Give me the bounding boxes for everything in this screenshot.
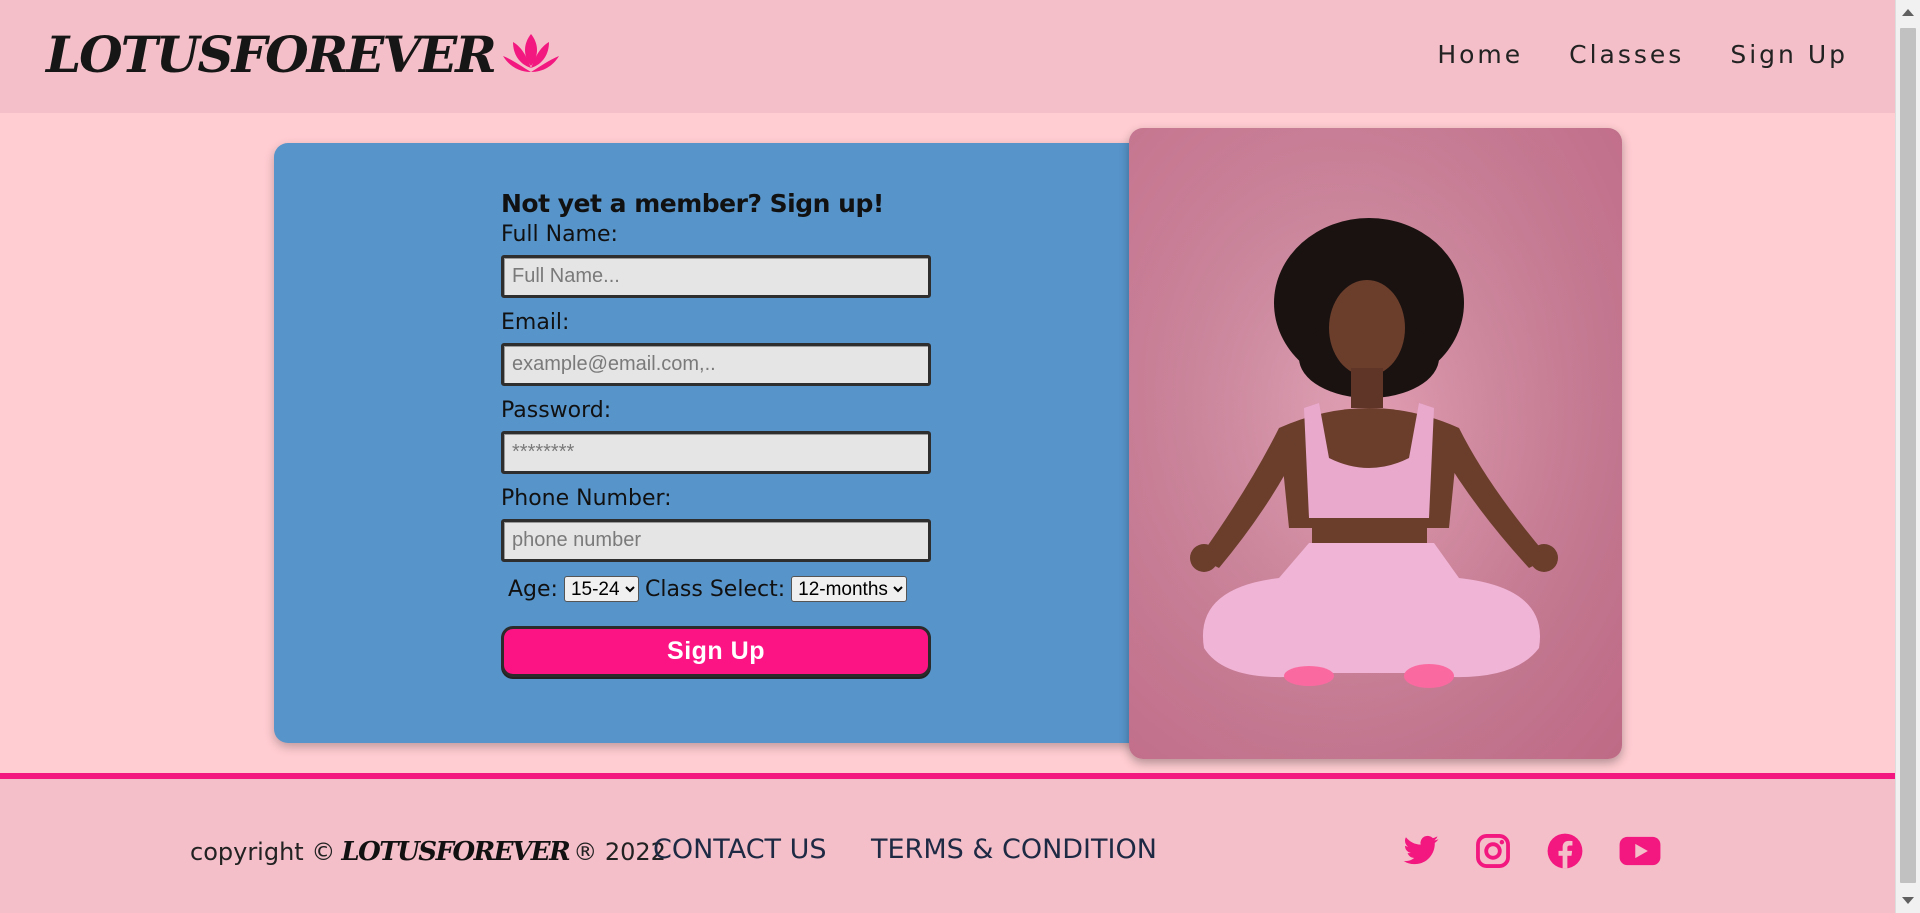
page-scrollbar[interactable] [1895,0,1920,913]
password-input[interactable] [501,431,931,474]
site-footer: copyright © LOTUSFOREVER ® 2022 CONTACT … [0,779,1895,913]
copyright-prefix: copyright © [190,838,336,866]
full-name-label: Full Name: [501,222,618,247]
scroll-up-arrow-icon[interactable] [1902,9,1914,16]
age-label: Age: [508,576,558,602]
age-select[interactable]: 15-24 [563,576,639,602]
brand-logo[interactable]: LOTUSFOREVER [46,22,561,86]
signup-button[interactable]: Sign Up [501,626,931,677]
class-select-label: Class Select: [644,576,786,602]
password-label: Password: [501,398,612,423]
phone-input[interactable] [501,519,931,562]
nav-classes-link[interactable]: Classes [1569,40,1684,69]
contact-us-link[interactable]: CONTACT US [653,834,827,865]
nav-home-link[interactable]: Home [1437,40,1523,69]
lotus-icon [502,34,559,72]
terms-link[interactable]: TERMS & CONDITION [871,834,1157,865]
social-links [1402,832,1662,870]
copyright: copyright © LOTUSFOREVER ® 2022 [190,837,666,867]
yoga-photo [1129,128,1622,759]
copyright-brand: LOTUSFOREVER [341,837,570,867]
scroll-thumb[interactable] [1900,28,1916,883]
class-select[interactable]: 12-months [791,576,908,602]
site-header: LOTUSFOREVER Home Classes Sign Up [0,0,1895,113]
email-label: Email: [501,310,570,335]
main-nav: Home Classes Sign Up [1437,40,1848,69]
copyright-suffix: ® 2022 [573,838,666,866]
scroll-down-arrow-icon[interactable] [1902,897,1914,904]
instagram-icon[interactable] [1474,832,1512,870]
brand-name: LOTUSFOREVER [46,24,497,84]
nav-signup-link[interactable]: Sign Up [1730,40,1848,69]
twitter-icon[interactable] [1402,832,1440,870]
signup-card: Not yet a member? Sign up! Full Name: Em… [274,143,1160,743]
meditating-woman-image [1129,128,1622,759]
full-name-input[interactable] [501,255,931,298]
email-input[interactable] [501,343,931,386]
selects-row: Age: 15-24 Class Select: 12-months [501,576,931,602]
signup-form: Not yet a member? Sign up! Full Name: Em… [501,187,931,677]
facebook-icon[interactable] [1546,832,1584,870]
phone-label: Phone Number: [501,486,672,511]
form-title: Not yet a member? Sign up! [501,189,884,218]
youtube-icon[interactable] [1618,832,1662,870]
